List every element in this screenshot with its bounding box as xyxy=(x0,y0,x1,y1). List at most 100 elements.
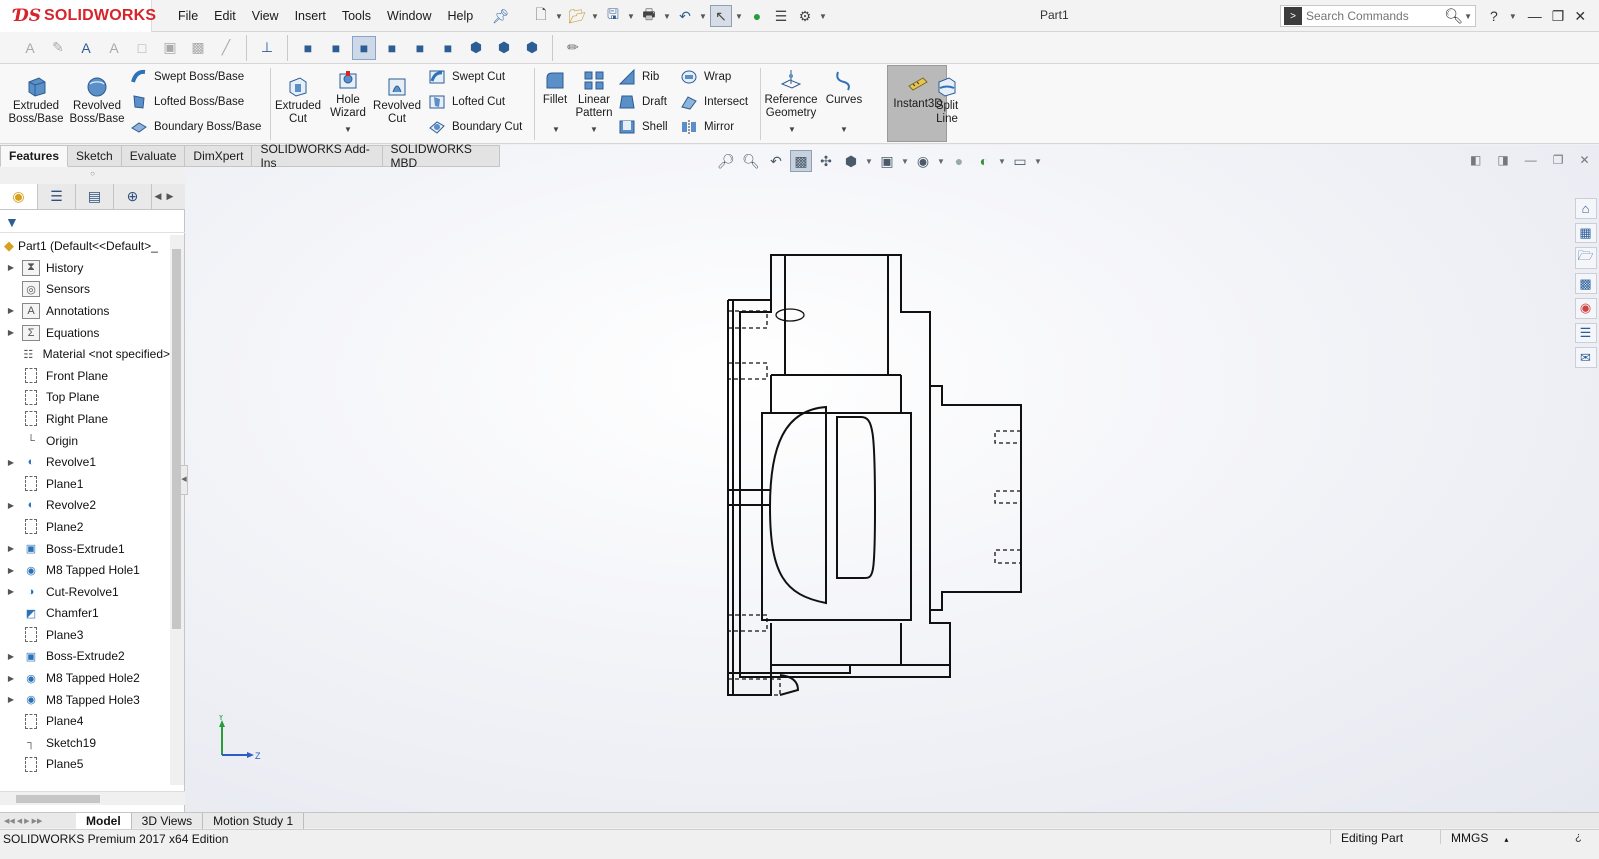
view-trimetric-icon[interactable]: ⬢ xyxy=(492,36,516,60)
undo-caret-icon[interactable]: ▼ xyxy=(698,12,708,21)
tree-item[interactable]: ▶ Σ Equations xyxy=(0,322,170,344)
tree-item[interactable]: ▶ ▣ Boss-Extrude2 xyxy=(0,646,170,668)
help-button[interactable]: ? xyxy=(1490,8,1498,24)
revolved-cut-button[interactable]: Revolved Cut xyxy=(372,74,422,126)
tree-item[interactable]: Plane3 xyxy=(0,624,170,646)
hole-wizard-button[interactable]: Hole Wizard xyxy=(326,68,370,120)
extruded-boss-base-button[interactable]: Extruded Boss/Base xyxy=(8,74,64,126)
last-tab-icon[interactable]: ▶▶ xyxy=(32,817,43,825)
forum-icon[interactable]: ✉ xyxy=(1574,347,1597,369)
rebuild-traffic-light-icon[interactable]: ● xyxy=(746,5,768,27)
swept-boss-base-button[interactable]: Swept Boss/Base xyxy=(130,68,244,86)
scrollbar-thumb[interactable] xyxy=(172,249,181,629)
tab-solidworks-add-ins[interactable]: SOLIDWORKS Add-Ins xyxy=(252,142,383,170)
tree-item[interactable]: Front Plane xyxy=(0,365,170,387)
tree-item[interactable]: ☷ Material <not specified> xyxy=(0,343,170,365)
view-palette-icon[interactable]: ▩ xyxy=(1574,273,1597,295)
curves-caret-icon[interactable]: ▼ xyxy=(840,125,848,134)
expand-arrow-icon[interactable]: ▶ xyxy=(0,306,22,315)
annotation-note-icon[interactable]: A xyxy=(74,36,98,60)
tree-horizontal-scrollbar[interactable] xyxy=(0,791,185,805)
hide-show-caret-icon[interactable]: ▼ xyxy=(937,157,945,166)
tree-item[interactable]: ▶ ◑ Cut-Revolve1 xyxy=(0,581,170,603)
menu-window[interactable]: Window xyxy=(379,9,439,23)
swept-cut-button[interactable]: Swept Cut xyxy=(428,68,505,86)
tree-item[interactable]: └ Origin xyxy=(0,430,170,452)
previous-view-icon[interactable]: ↶ xyxy=(765,150,787,172)
expand-arrow-icon[interactable]: ▶ xyxy=(0,328,22,337)
lofted-boss-base-button[interactable]: Lofted Boss/Base xyxy=(130,93,244,111)
tab-evaluate[interactable]: Evaluate xyxy=(121,145,186,167)
rib-button[interactable]: Rib xyxy=(618,68,659,86)
menu-insert[interactable]: Insert xyxy=(287,9,334,23)
tree-root-part[interactable]: ◆ Part1 (Default<<Default>_ xyxy=(0,235,170,257)
file-explorer-icon[interactable]: 🗁︎ xyxy=(1574,247,1597,270)
first-tab-icon[interactable]: ◀◀ xyxy=(4,817,15,825)
solidworks-logo[interactable]: ƊS SOLIDWORKS xyxy=(0,0,156,32)
lofted-cut-button[interactable]: Lofted Cut xyxy=(428,93,505,111)
filter-icon[interactable]: ▼︎ xyxy=(0,211,185,233)
search-icon[interactable]: 🔍︎ xyxy=(1444,7,1463,25)
print-icon[interactable]: 🖶 xyxy=(638,5,660,27)
tree-item[interactable]: ▶ ◉ M8 Tapped Hole2 xyxy=(0,667,170,689)
tree-item[interactable]: Plane1 xyxy=(0,473,170,495)
options-caret-icon[interactable]: ▼ xyxy=(818,12,828,21)
tree-item[interactable]: ▶ ◉ M8 Tapped Hole3 xyxy=(0,689,170,711)
open-folder-icon[interactable]: 📂︎ xyxy=(566,5,588,27)
tree-item[interactable]: Plane2 xyxy=(0,516,170,538)
view-isometric-icon[interactable]: ⬢ xyxy=(464,36,488,60)
intersect-button[interactable]: Intersect xyxy=(680,93,748,111)
hole-wizard-caret-icon[interactable]: ▼ xyxy=(344,125,352,134)
print-caret-icon[interactable]: ▼ xyxy=(662,12,672,21)
search-commands-input[interactable] xyxy=(1306,9,1442,23)
dimxpertmanager-tab-icon[interactable]: ⊕ xyxy=(114,184,152,209)
design-library-icon[interactable]: ▦ xyxy=(1574,222,1597,244)
tree-item[interactable]: ┐ Sketch19 xyxy=(0,732,170,754)
zoom-to-area-icon[interactable]: 🔍︎ xyxy=(740,150,762,172)
tree-item[interactable]: ▶ ▣ Boss-Extrude1 xyxy=(0,538,170,560)
boundary-boss-base-button[interactable]: Boundary Boss/Base xyxy=(130,118,261,136)
prev-tab-icon[interactable]: ◀ xyxy=(17,817,22,825)
section-view-icon[interactable]: ▩ xyxy=(790,150,812,172)
solidworks-resources-icon[interactable]: ⌂ xyxy=(1574,198,1597,219)
linear-pattern-caret-icon[interactable]: ▼ xyxy=(590,125,598,134)
view-top-icon[interactable]: ■ xyxy=(408,36,432,60)
weld-symbol-icon[interactable]: ╱ xyxy=(214,36,238,60)
edit-appearance-icon[interactable]: ● xyxy=(948,150,970,172)
viewport-tile-right-icon[interactable]: ◨ xyxy=(1497,153,1508,167)
mirror-button[interactable]: Mirror xyxy=(680,118,734,136)
menu-help[interactable]: Help xyxy=(440,9,482,23)
next-tab-icon[interactable]: ▶ xyxy=(24,817,29,825)
view-orientation-caret-icon[interactable]: ▼ xyxy=(865,157,873,166)
tab-motion-study-1[interactable]: Motion Study 1 xyxy=(203,812,305,829)
tab-features[interactable]: Features xyxy=(0,145,69,167)
revolved-boss-base-button[interactable]: Revolved Boss/Base xyxy=(68,74,126,126)
search-commands-box[interactable]: > 🔍︎ ▼ xyxy=(1280,5,1476,27)
expand-arrow-icon[interactable]: ▶ xyxy=(0,458,22,467)
tree-vertical-scrollbar[interactable] xyxy=(170,235,184,785)
viewport-tile-left-icon[interactable]: ◧ xyxy=(1470,153,1481,167)
tree-item[interactable]: ▶ A Annotations xyxy=(0,300,170,322)
view-back-icon[interactable]: ■ xyxy=(324,36,348,60)
hide-show-items-icon[interactable]: ◉ xyxy=(912,150,934,172)
sketch-text-icon[interactable]: ✎ xyxy=(46,36,70,60)
expand-arrow-icon[interactable]: ▶ xyxy=(0,566,22,575)
save-caret-icon[interactable]: ▼ xyxy=(626,12,636,21)
tabs-scroll-left-icon[interactable]: ◀ xyxy=(152,184,164,209)
undo-icon[interactable]: ↶ xyxy=(674,5,696,27)
select-pointer-icon[interactable]: ↖ xyxy=(710,5,732,27)
part-drawing[interactable] xyxy=(185,145,1599,812)
view-left-icon[interactable]: ■ xyxy=(352,35,376,60)
reference-geometry-button[interactable]: Reference Geometry xyxy=(762,68,820,120)
tree-item[interactable]: Top Plane xyxy=(0,387,170,409)
normal-to-icon[interactable]: ⊥ xyxy=(255,36,279,60)
expand-arrow-icon[interactable]: ▶ xyxy=(0,674,22,683)
tree-item[interactable]: ▶▣Boss-Extrude3 xyxy=(0,775,170,781)
viewport-minimize-icon[interactable]: — xyxy=(1525,153,1537,167)
tree-item[interactable]: ▶ ◉ M8 Tapped Hole1 xyxy=(0,559,170,581)
view-settings-icon[interactable]: ▭ xyxy=(1009,150,1031,172)
restore-icon[interactable]: ❐ xyxy=(1552,8,1565,25)
tab-3d-views[interactable]: 3D Views xyxy=(132,812,204,829)
view-settings-caret-icon[interactable]: ▼ xyxy=(1034,157,1042,166)
tab-model[interactable]: Model xyxy=(76,812,132,829)
